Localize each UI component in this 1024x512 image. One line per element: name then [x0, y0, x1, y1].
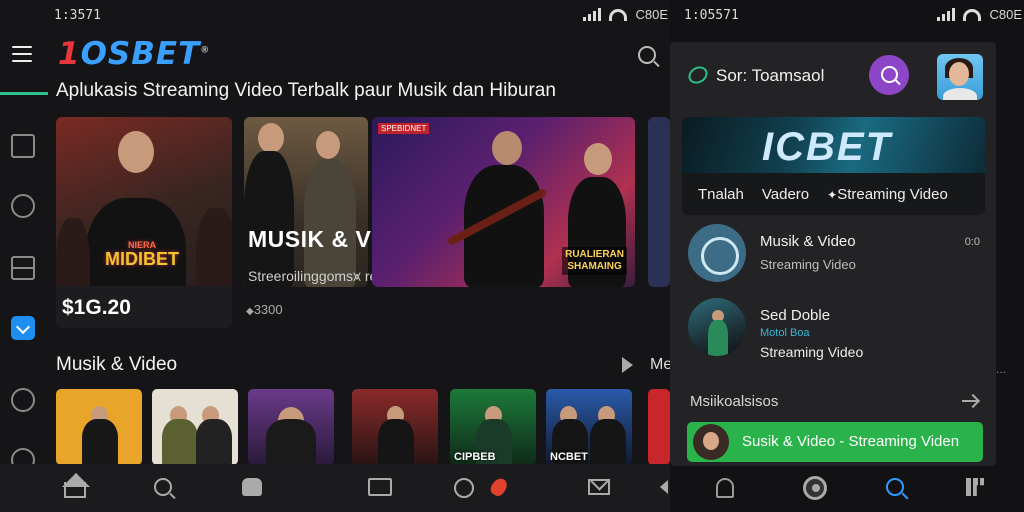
- battery-label: C80E: [635, 7, 668, 22]
- app-logo: 1OSBET®: [58, 36, 211, 72]
- banner-logo: ICBET: [762, 125, 892, 169]
- list-item[interactable]: Musik & Video Streaming Video 0:0: [688, 224, 988, 286]
- player-icon[interactable]: [803, 476, 827, 500]
- audio-ring-icon: [688, 224, 746, 282]
- app-bar: 1OSBET®: [0, 36, 670, 76]
- chip[interactable]: Tnalah: [698, 186, 744, 203]
- status-icons: C80E: [583, 7, 668, 22]
- chip[interactable]: Streaming Video: [827, 186, 948, 203]
- thumb-card[interactable]: NCBET: [546, 389, 632, 465]
- status-bar: 1:05571 C80E: [670, 0, 1024, 30]
- hero-card-singer[interactable]: NIERA MIDIBET $1G.20: [56, 117, 232, 328]
- section-title: Musik & Video: [56, 354, 178, 375]
- thumb-card[interactable]: [248, 389, 334, 465]
- status-icons: C80E: [937, 7, 1022, 22]
- signal-icon: [937, 8, 956, 21]
- item-title: Sed Doble: [760, 307, 831, 324]
- price-box: $1G.20: [56, 286, 232, 328]
- main-screen: 1:3571 C80E 1OSBET® Aplukasis Streaming …: [0, 0, 670, 512]
- search-icon[interactable]: [638, 46, 656, 64]
- rocker-head: [492, 131, 522, 165]
- price-label: $1G.20: [62, 296, 131, 319]
- banner-chips: Tnalah Vadero Streaming Video: [682, 173, 985, 215]
- vocalist-head: [584, 143, 612, 175]
- search-icon[interactable]: [154, 478, 172, 496]
- wifi-icon: [609, 8, 628, 21]
- home-icon[interactable]: [64, 482, 86, 498]
- item-duration: 0:0: [964, 236, 980, 248]
- wallet-icon[interactable]: [11, 256, 35, 280]
- library-icon[interactable]: [11, 134, 35, 158]
- section-label: Msiikoalsisos: [690, 393, 779, 410]
- explore-icon[interactable]: [11, 194, 35, 218]
- view-count: 3300: [246, 302, 283, 317]
- overflow-dots[interactable]: ...: [996, 362, 1006, 376]
- mail-icon[interactable]: [588, 479, 610, 495]
- thumb-card[interactable]: [56, 389, 142, 465]
- item-thumbnail: [688, 298, 746, 356]
- tv-icon[interactable]: [368, 478, 392, 496]
- hero-poster: RUALIERAN SHAMAING: [562, 247, 627, 275]
- item-subtitle: Streaming Video: [760, 344, 864, 360]
- page-subtitle: Aplukasis Streaming Video Terbalk paur M…: [56, 80, 556, 101]
- search-screen: 1:05571 C80E Sor: Toamsaol ICBET Tnalah …: [670, 0, 1024, 512]
- thumb-card[interactable]: CIPBEB: [450, 389, 536, 465]
- tab-indicator: [0, 92, 48, 95]
- singer-head: [118, 131, 154, 173]
- item-subtitle: Streaming Video: [760, 257, 856, 272]
- panel-title: Sor: Toamsaol: [716, 66, 825, 85]
- item-highlight: Motol Boa: [760, 327, 810, 339]
- status-time: 1:3571: [54, 8, 101, 23]
- thumb-card[interactable]: [352, 389, 438, 465]
- status-time: 1:05571: [684, 8, 739, 23]
- signal-icon: [583, 8, 602, 21]
- list-item[interactable]: Sed Doble Motol Boa Streaming Video: [688, 298, 988, 360]
- bag-icon[interactable]: [242, 478, 262, 496]
- item-title: Musik & Video: [760, 233, 856, 250]
- avatar[interactable]: [937, 54, 983, 100]
- now-playing-avatar: [693, 424, 729, 460]
- wifi-icon: [963, 8, 982, 21]
- settings-icon[interactable]: [11, 388, 35, 412]
- arrow-right-icon[interactable]: [962, 400, 978, 402]
- globe-icon[interactable]: [454, 478, 474, 498]
- thumb-card-partial[interactable]: [648, 389, 670, 465]
- grid-icon[interactable]: [966, 478, 984, 496]
- featured-banner[interactable]: ICBET Tnalah Vadero Streaming Video: [682, 117, 985, 215]
- home-icon[interactable]: [716, 478, 734, 498]
- thumb-card[interactable]: [152, 389, 238, 465]
- play-all-icon[interactable]: [622, 357, 633, 373]
- performer-head: [258, 123, 284, 153]
- bottom-nav: [670, 466, 1024, 512]
- download-icon[interactable]: [11, 316, 35, 340]
- search-icon[interactable]: [886, 478, 904, 496]
- search-button[interactable]: [869, 55, 909, 95]
- performer-figure: [244, 151, 294, 287]
- hero-stamp: NIERA MIDIBET: [105, 240, 179, 269]
- hero-card-duo[interactable]: [244, 117, 368, 287]
- status-bar: 1:3571 C80E: [0, 0, 670, 30]
- chip[interactable]: Vadero: [762, 186, 809, 203]
- bottom-nav: [0, 464, 670, 512]
- hero-card-partial[interactable]: [648, 117, 670, 287]
- now-playing-text: Susik & Video - Streaming Viden: [742, 433, 960, 450]
- battery-label: C80E: [989, 7, 1022, 22]
- hero-card-concert[interactable]: SPEBIDNET RUALIERAN SHAMAING: [372, 117, 635, 287]
- section-more-link[interactable]: Me: [650, 356, 670, 374]
- guitarist-head: [316, 131, 340, 159]
- now-playing-bar[interactable]: Susik & Video - Streaming Viden: [687, 422, 983, 462]
- fire-icon[interactable]: [488, 475, 510, 499]
- hero-tag: SPEBIDNET: [378, 123, 430, 134]
- side-rail: [0, 118, 46, 478]
- app-mark-icon: [685, 63, 711, 87]
- back-icon[interactable]: [660, 480, 668, 494]
- hamburger-menu-icon[interactable]: [12, 46, 32, 62]
